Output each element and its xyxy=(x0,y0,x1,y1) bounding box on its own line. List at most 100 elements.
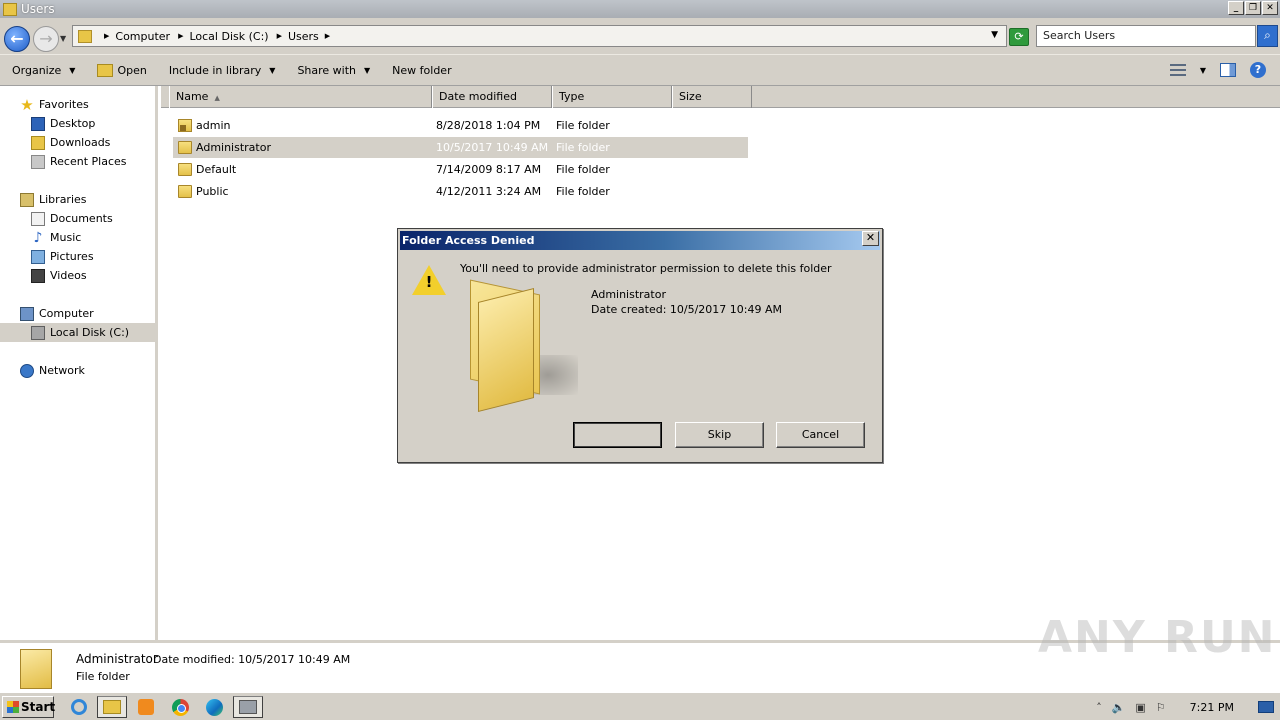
nav-desktop[interactable]: Desktop xyxy=(31,114,95,133)
action-center-flag-icon[interactable]: ⚐ xyxy=(1156,701,1166,714)
address-field[interactable]: ▶ Computer ▶ Local Disk (C:) ▶ Users ▶ ▼ xyxy=(72,25,1007,47)
preview-pane-icon[interactable] xyxy=(1220,63,1236,77)
address-history-dropdown[interactable]: ▼ xyxy=(991,30,998,40)
file-row[interactable]: Administrator 10/5/2017 10:49 AM File fo… xyxy=(173,137,748,158)
dialog-title: Folder Access Denied xyxy=(400,231,880,250)
view-options-chevron-icon[interactable]: ▼ xyxy=(1200,66,1206,75)
taskbar-edge[interactable] xyxy=(199,696,229,718)
chevron-down-icon: ▼ xyxy=(69,65,76,75)
network-status-icon[interactable]: ▣ xyxy=(1135,701,1145,714)
open-button[interactable]: Open xyxy=(85,55,156,85)
skip-button[interactable]: Skip xyxy=(675,422,764,448)
command-bar: Organize ▼ Open Include in library ▼ Share… xyxy=(0,54,1280,86)
change-view-icon[interactable] xyxy=(1169,64,1186,76)
cancel-button[interactable]: Cancel xyxy=(776,422,865,448)
close-window-button[interactable]: ✕ xyxy=(1262,1,1278,15)
nav-computer[interactable]: Computer xyxy=(20,304,94,323)
clock[interactable]: 7:21 PM xyxy=(1190,701,1234,714)
file-type: File folder xyxy=(556,141,610,154)
breadcrumb-users[interactable]: ▶ Users ▶ xyxy=(277,30,331,43)
taskbar-chrome[interactable] xyxy=(165,696,195,718)
folder-icon xyxy=(20,649,52,689)
nav-documents[interactable]: Documents xyxy=(31,209,113,228)
downloads-icon xyxy=(31,135,45,150)
column-name[interactable]: Name ▲ xyxy=(169,86,432,108)
nav-network[interactable]: Network xyxy=(20,361,85,380)
show-desktop-icon[interactable] xyxy=(1258,701,1274,713)
include-in-library-menu[interactable]: Include in library ▼ xyxy=(157,55,286,85)
folder-icon xyxy=(178,163,192,176)
dialog-close-button[interactable]: ✕ xyxy=(862,231,879,246)
star-icon: ★ xyxy=(20,95,34,114)
locked-folder-icon xyxy=(178,119,192,132)
disk-drive-icon xyxy=(31,325,45,340)
organize-menu[interactable]: Organize ▼ xyxy=(0,55,85,85)
nav-pictures[interactable]: Pictures xyxy=(31,247,94,266)
new-folder-button[interactable]: New folder xyxy=(380,55,461,85)
breadcrumb-computer[interactable]: ▶ Computer xyxy=(104,30,170,43)
file-name: admin xyxy=(196,119,231,132)
search-icon[interactable]: ⌕ xyxy=(1257,25,1278,47)
nav-recent-places[interactable]: Recent Places xyxy=(31,152,127,171)
start-label: Start xyxy=(21,700,56,714)
taskbar: Start ˄ 🔈 ▣ ⚐ 7:21 PM xyxy=(0,692,1280,720)
recent-places-icon xyxy=(31,154,45,169)
nav-libraries[interactable]: Libraries xyxy=(20,190,87,209)
volume-icon[interactable]: 🔈 xyxy=(1112,701,1126,714)
chrome-icon xyxy=(171,698,189,716)
system-tray: ˄ 🔈 ▣ ⚐ 7:21 PM xyxy=(1096,696,1280,718)
nav-local-disk[interactable]: Local Disk (C:) xyxy=(0,323,155,342)
dialog-date-created: Date created: 10/5/2017 10:49 AM xyxy=(591,303,783,316)
window-controls: _ ❐ ✕ xyxy=(1228,1,1278,15)
file-row[interactable]: admin 8/28/2018 1:04 PM File folder xyxy=(173,115,748,136)
column-date-modified[interactable]: Date modified xyxy=(432,86,552,108)
nav-favorites[interactable]: ★ Favorites xyxy=(20,95,88,114)
refresh-button[interactable]: ⟳ xyxy=(1009,28,1029,46)
navigation-pane: ★ Favorites Desktop Downloads Recent Plac… xyxy=(0,86,158,640)
help-icon[interactable]: ? xyxy=(1250,62,1266,78)
chevron-down-icon: ▼ xyxy=(269,65,276,75)
file-date: 4/12/2011 3:24 AM xyxy=(436,185,542,198)
taskbar-media-player[interactable] xyxy=(131,696,161,718)
search-input[interactable]: Search Users xyxy=(1036,25,1256,47)
column-size[interactable]: Size xyxy=(672,86,752,108)
folder-icon xyxy=(3,2,17,16)
address-bar-area: ← → ▼ ▶ Computer ▶ Local Disk (C:) ▶ Users ▶… xyxy=(0,18,1280,54)
taskbar-printer-app[interactable] xyxy=(233,696,263,718)
file-type: File folder xyxy=(556,185,610,198)
column-type[interactable]: Type xyxy=(552,86,672,108)
details-type: File folder xyxy=(76,670,130,683)
show-hidden-icons-icon[interactable]: ˄ xyxy=(1096,701,1102,714)
nav-downloads[interactable]: Downloads xyxy=(31,133,110,152)
share-with-menu[interactable]: Share with ▼ xyxy=(285,55,380,85)
file-row[interactable]: Public 4/12/2011 3:24 AM File folder xyxy=(173,181,748,202)
taskbar-explorer[interactable] xyxy=(97,696,127,718)
minimize-button[interactable]: _ xyxy=(1228,1,1244,15)
window-title-bar: Users _ ❐ ✕ xyxy=(0,0,1280,18)
desktop-icon xyxy=(31,116,45,131)
windows-logo-icon xyxy=(7,701,19,713)
computer-icon xyxy=(20,306,34,321)
back-button[interactable]: ← xyxy=(4,26,30,52)
open-folder-icon xyxy=(97,63,114,77)
window-title: Users xyxy=(21,2,55,16)
continue-button[interactable] xyxy=(573,422,662,448)
file-date: 10/5/2017 10:49 AM xyxy=(436,141,549,154)
dialog-folder-name: Administrator xyxy=(591,288,666,301)
internet-explorer-icon xyxy=(71,699,87,715)
taskbar-ie[interactable] xyxy=(64,696,94,718)
start-button[interactable]: Start xyxy=(2,696,56,718)
forward-button[interactable]: → xyxy=(33,26,59,52)
breadcrumb-local-disk[interactable]: ▶ Local Disk (C:) xyxy=(178,30,269,43)
file-row[interactable]: Default 7/14/2009 8:17 AM File folder xyxy=(173,159,748,180)
file-type: File folder xyxy=(556,163,610,176)
nav-videos[interactable]: Videos xyxy=(31,266,87,285)
view-controls: ▼ ? xyxy=(1169,55,1280,85)
libraries-icon xyxy=(20,192,34,207)
large-folder-front-icon xyxy=(478,288,534,412)
details-name: Administrator xyxy=(76,652,158,666)
nav-music[interactable]: ♪ Music xyxy=(31,228,82,247)
file-name: Default xyxy=(196,163,237,176)
recent-pages-dropdown[interactable]: ▼ xyxy=(60,34,66,43)
maximize-button[interactable]: ❐ xyxy=(1245,1,1261,15)
